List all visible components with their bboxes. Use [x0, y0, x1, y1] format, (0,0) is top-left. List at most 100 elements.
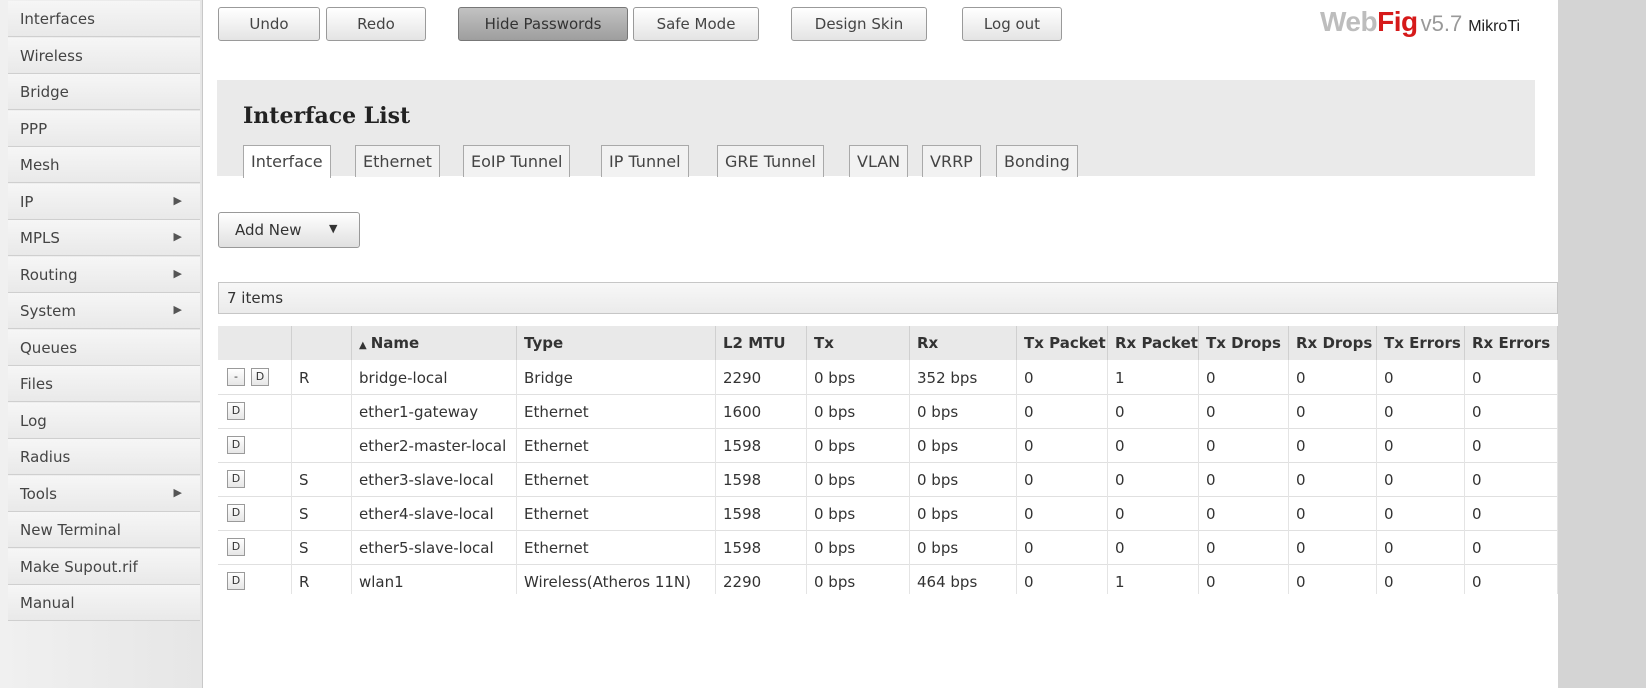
row-l2mtu: 1598: [716, 496, 807, 530]
row-name[interactable]: ether5-slave-local: [352, 530, 517, 564]
col-tx-packet-header[interactable]: Tx Packet: [1017, 326, 1108, 360]
table-row[interactable]: D Rwlan1 Wireless(Atheros 11N) 2290 0 bps 464…: [218, 564, 1558, 594]
disable-d-button[interactable]: D: [227, 436, 245, 454]
table-row[interactable]: Dether2-master-local Ethernet 1598 0 bps 0 b…: [218, 428, 1558, 463]
undo-button[interactable]: Undo: [218, 7, 320, 41]
sidebar-item-files[interactable]: Files: [8, 366, 200, 402]
row-rxd: 0: [1289, 564, 1377, 594]
disable-d-button[interactable]: D: [227, 504, 245, 522]
col-rx-errors-header[interactable]: Rx Errors: [1465, 326, 1558, 360]
sidebar-item-queues[interactable]: Queues: [8, 329, 200, 366]
sidebar-item-label: Wireless: [20, 46, 83, 65]
sidebar-item-log[interactable]: Log: [8, 402, 200, 439]
sidebar-item-mpls[interactable]: MPLS ▶: [8, 220, 200, 256]
sidebar-item-routing[interactable]: Routing ▶: [8, 256, 200, 293]
row-tx: 0 bps: [807, 462, 910, 496]
sidebar-item-manual[interactable]: Manual: [8, 585, 200, 621]
row-txe: 0: [1377, 530, 1465, 564]
tab-eoip-tunnel[interactable]: EoIP Tunnel: [463, 145, 571, 177]
tab-gre-tunnel[interactable]: GRE Tunnel: [717, 145, 824, 177]
logo-fig: Fig: [1377, 6, 1418, 37]
sidebar-item-mesh[interactable]: Mesh: [8, 147, 200, 183]
row-l2mtu: 2290: [716, 360, 807, 394]
design-skin-button[interactable]: Design Skin: [791, 7, 927, 41]
row-rxp: 1: [1108, 564, 1199, 594]
col-tx-errors-header[interactable]: Tx Errors: [1377, 326, 1465, 360]
table-row[interactable]: D Sether3-slave-local Ethernet 1598 0 bps 0 b…: [218, 462, 1558, 497]
row-txd: 0: [1199, 496, 1289, 530]
disable-d-button[interactable]: D: [227, 402, 245, 420]
safe-mode-button[interactable]: Safe Mode: [633, 7, 759, 41]
sidebar-item-interfaces[interactable]: Interfaces: [8, 1, 200, 37]
tab-vrrp[interactable]: VRRP: [922, 145, 981, 177]
sidebar-item-tools[interactable]: Tools ▶: [8, 475, 200, 512]
tab-ip-tunnel[interactable]: IP Tunnel: [601, 145, 689, 177]
row-name[interactable]: ether3-slave-local: [352, 462, 517, 496]
tab-interface[interactable]: Interface: [243, 145, 331, 178]
row-rx: 464 bps: [910, 564, 1017, 594]
row-rxd: 0: [1289, 394, 1377, 428]
logo-version: v5.7: [1420, 11, 1463, 36]
row-tx: 0 bps: [807, 496, 910, 530]
col-tx-drops-header[interactable]: Tx Drops: [1199, 326, 1289, 360]
row-txe: 0: [1377, 360, 1465, 394]
row-rxd: 0: [1289, 530, 1377, 564]
row-tx: 0 bps: [807, 428, 910, 462]
row-txp: 0: [1017, 428, 1108, 462]
sidebar-item-make-supout-rif[interactable]: Make Supout.rif: [8, 548, 200, 585]
disable-d-button[interactable]: D: [227, 538, 245, 556]
add-new-button[interactable]: Add New ▼: [218, 212, 360, 248]
tab-ethernet[interactable]: Ethernet: [355, 145, 440, 177]
table-row[interactable]: - D Rbridge-local Bridge 2290 0 bps 352 bps 0 1 0…: [218, 360, 1558, 395]
col-name-header[interactable]: ▲ Name: [352, 326, 517, 360]
col-tx-header[interactable]: Tx: [807, 326, 910, 360]
col-rx-drops-header[interactable]: Rx Drops: [1289, 326, 1377, 360]
sidebar-item-ppp[interactable]: PPP: [8, 110, 200, 147]
col-l2mtu-header[interactable]: L2 MTU: [716, 326, 807, 360]
tab-vlan[interactable]: VLAN: [849, 145, 909, 177]
row-flag: [292, 394, 352, 428]
row-actions: D: [218, 428, 292, 462]
sidebar-item-bridge[interactable]: Bridge: [8, 74, 200, 110]
sidebar-item-radius[interactable]: Radius: [8, 439, 200, 475]
row-l2mtu: 1598: [716, 462, 807, 496]
row-name[interactable]: ether1-gateway: [352, 394, 517, 428]
table-row[interactable]: D Sether4-slave-local Ethernet 1598 0 bps 0 b…: [218, 496, 1558, 531]
log-out-button[interactable]: Log out: [962, 7, 1062, 41]
table-row[interactable]: D Sether5-slave-local Ethernet 1598 0 bps 0 b…: [218, 530, 1558, 565]
row-name[interactable]: ether2-master-local: [352, 428, 517, 462]
row-type: Ethernet: [517, 462, 716, 496]
col-type-header[interactable]: Type: [517, 326, 716, 360]
tab-bonding[interactable]: Bonding: [996, 145, 1078, 177]
row-txe: 0: [1377, 428, 1465, 462]
col-rx-header[interactable]: Rx: [910, 326, 1017, 360]
sidebar-item-label: New Terminal: [20, 521, 121, 539]
row-txe: 0: [1377, 462, 1465, 496]
row-l2mtu: 2290: [716, 564, 807, 594]
hide-passwords-button[interactable]: Hide Passwords: [458, 7, 628, 41]
sidebar-item-system[interactable]: System ▶: [8, 293, 200, 329]
row-actions: D: [218, 530, 292, 564]
row-actions: D: [218, 564, 292, 594]
row-txd: 0: [1199, 564, 1289, 594]
row-rxe: 0: [1465, 530, 1558, 564]
disable-d-button[interactable]: D: [227, 470, 245, 488]
row-txp: 0: [1017, 360, 1108, 394]
table-row[interactable]: Dether1-gateway Ethernet 1600 0 bps 0 bps 0 0 0…: [218, 394, 1558, 429]
sidebar-item-ip[interactable]: IP ▶: [8, 183, 200, 220]
disable-d-button[interactable]: D: [227, 572, 245, 590]
redo-button[interactable]: Redo: [326, 7, 426, 41]
row-name[interactable]: bridge-local: [352, 360, 517, 394]
sidebar-item-label: Queues: [20, 338, 78, 357]
row-name[interactable]: ether4-slave-local: [352, 496, 517, 530]
col-rx-packet-header[interactable]: Rx Packet: [1108, 326, 1199, 360]
sidebar-item-label: Bridge: [20, 83, 69, 101]
row-name[interactable]: wlan1: [352, 564, 517, 594]
row-txd: 0: [1199, 428, 1289, 462]
sidebar-item-new-terminal[interactable]: New Terminal: [8, 512, 200, 548]
disable-d-button[interactable]: D: [251, 368, 269, 386]
disable-button[interactable]: -: [227, 368, 245, 386]
sidebar-item-wireless[interactable]: Wireless: [8, 37, 200, 74]
row-flag: S: [292, 496, 352, 530]
row-type: Ethernet: [517, 496, 716, 530]
